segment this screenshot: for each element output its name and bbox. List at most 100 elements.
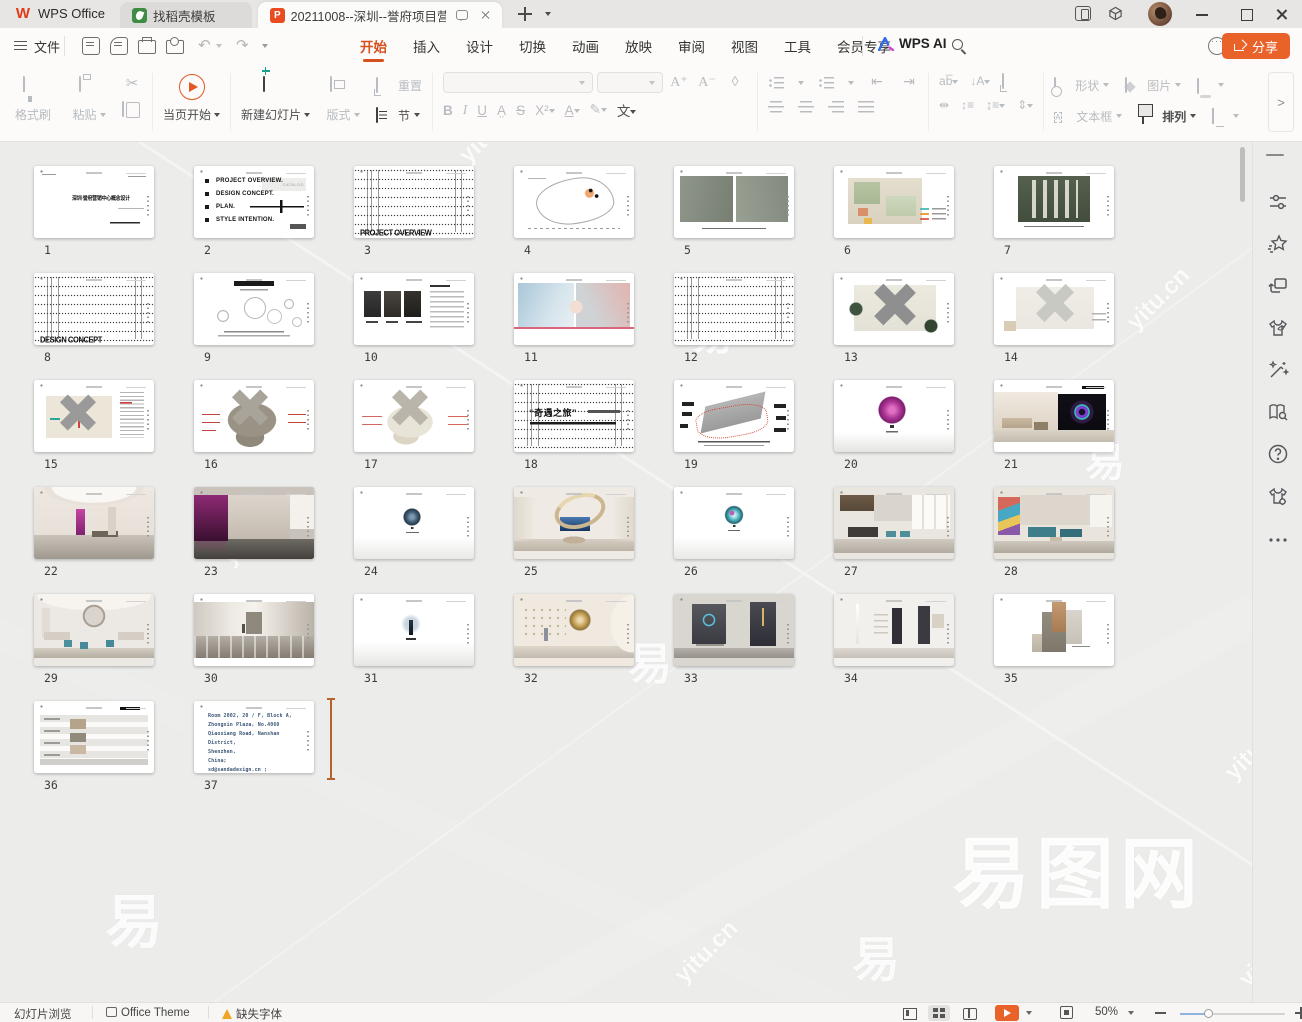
slide-thumbnail[interactable] [514,487,634,559]
italic-icon[interactable]: I [463,102,468,118]
more-tools-icon[interactable] [1266,528,1290,552]
decrease-indent-icon[interactable]: ⇤ [868,74,886,91]
close-tab-icon[interactable] [480,10,490,20]
zoom-out-button[interactable] [1155,1012,1166,1014]
vertical-text-icon[interactable]: ↓A [970,74,990,88]
missing-fonts-warning[interactable]: 缺失字体 [222,1006,282,1022]
reset-button[interactable]: 重置 [376,74,422,96]
hamburger-icon[interactable] [14,41,27,50]
zoom-chevron-icon[interactable] [1128,1011,1134,1015]
increase-font-icon[interactable]: A⁺ [667,74,691,91]
para-spacing-icon[interactable]: ↨≡ [986,98,1005,112]
slide-thumbnail[interactable]: Room 2002, 20 / F, Block A, Zhongxin Pla… [194,701,314,773]
slide-thumbnail[interactable] [514,166,634,238]
share-button[interactable]: 分享 [1222,33,1290,59]
slide-thumbnail[interactable]: DESIGN CONCEPT [34,273,154,345]
zoom-slider-thumb[interactable] [1204,1009,1213,1018]
close-button[interactable] [1262,0,1302,28]
search-icon[interactable] [952,39,963,50]
align-left-icon[interactable] [768,101,784,113]
superscript-icon[interactable]: X² [535,103,555,118]
new-slide-button[interactable]: 新建幻灯片 [241,72,310,123]
phonetic-guide-icon[interactable]: 文 [617,100,637,120]
align-right-icon[interactable] [828,101,844,113]
theme-settings-icon[interactable] [1266,484,1290,508]
tab-template-store[interactable]: 找稻壳模板 [120,2,252,28]
slideshow-button[interactable] [995,1005,1019,1021]
minimize-button[interactable] [1182,0,1222,28]
slide-thumbnail[interactable] [34,594,154,666]
increase-indent-icon[interactable]: ⇥ [900,74,918,91]
slide-thumbnail[interactable] [674,380,794,452]
cut-icon[interactable]: ✂ [122,74,142,94]
slide-thumbnail[interactable] [994,594,1114,666]
line-spacing-icon[interactable]: ↕≡ [961,98,974,112]
slide-thumbnail[interactable] [674,166,794,238]
content-scrollbar-thumb[interactable] [1240,147,1245,202]
object-properties-icon[interactable] [1266,190,1290,214]
help-icon[interactable] [1266,442,1290,466]
print-icon[interactable] [138,40,156,54]
slide-thumbnail[interactable] [34,380,154,452]
text-direction-icon[interactable]: ab̅ [939,74,958,88]
menu-tab[interactable]: 动画 [572,28,599,64]
undo-icon[interactable]: ↶ [198,36,211,54]
highlight-icon[interactable]: ✎ [590,102,607,118]
slide-thumbnail[interactable] [354,273,474,345]
slide-thumbnail[interactable]: PROJECT OVERVIEW [354,166,474,238]
menu-tab[interactable]: 视图 [731,28,758,64]
ribbon-expand-button[interactable]: > [1268,72,1294,132]
slide-thumbnail[interactable] [34,487,154,559]
maximize-button[interactable] [1226,0,1266,28]
menu-tab[interactable]: 放映 [625,28,652,64]
slide-thumbnail[interactable] [354,594,474,666]
font-size-select[interactable] [597,72,663,93]
slide-thumbnail[interactable]: “奇遇之旅” [514,380,634,452]
char-spacing-icon[interactable]: A̤ [497,103,506,118]
skin-leaf-icon[interactable] [1266,316,1290,340]
slide-thumbnail[interactable]: 深圳·誉府营销中心概念设计 [34,166,154,238]
normal-view-button[interactable] [898,1005,920,1021]
slide-thumbnail[interactable] [834,273,954,345]
tab-document[interactable]: P 20211008--深圳--誉府项目营 [258,2,502,28]
slide-thumbnail[interactable] [514,273,634,345]
export-icon[interactable] [110,37,128,55]
menu-tab[interactable]: 设计 [466,28,493,64]
font-family-select[interactable] [443,72,593,93]
slide-thumbnail[interactable] [514,594,634,666]
redo-icon[interactable]: ↷ [236,36,249,54]
app-center-icon[interactable] [1108,6,1123,21]
zoom-level[interactable]: 50% [1095,1006,1118,1018]
slide-thumbnail[interactable] [194,380,314,452]
slide-sorter-view-button[interactable] [928,1005,950,1021]
theme-indicator[interactable]: Office Theme [106,1006,190,1019]
menu-tab[interactable]: 开始 [360,28,387,64]
new-tab-button[interactable] [516,5,534,23]
print-preview-icon[interactable] [166,40,184,54]
wps-ai-button[interactable]: WPS AI [878,36,947,51]
column-spacing-icon[interactable]: ⇹ [939,98,949,112]
save-icon[interactable] [82,37,100,55]
zoom-in-button[interactable] [1295,1007,1302,1019]
slide-thumbnail[interactable]: PROJECT OVERVIEW. DESIGN CONCEPT. PLAN. … [194,166,314,238]
copy-icon[interactable] [122,101,124,117]
slide-thumbnail[interactable] [354,380,474,452]
slide-size-button[interactable] [1212,105,1239,127]
clear-format-icon[interactable]: ◊ [723,75,747,91]
layout-button[interactable]: 版式 [320,72,366,123]
resource-search-icon[interactable] [1266,400,1290,424]
slide-thumbnail[interactable] [194,487,314,559]
slide-thumbnail[interactable] [834,166,954,238]
quickbar-chevron-icon[interactable] [262,44,268,48]
undo-chevron-icon[interactable] [216,44,222,48]
bullet-list-icon[interactable] [768,77,784,89]
bold-icon[interactable]: B [443,103,453,118]
align-center-icon[interactable] [798,101,814,113]
user-avatar[interactable] [1148,2,1172,26]
zoom-slider[interactable] [1180,1013,1285,1015]
slide-switch-icon[interactable] [1266,274,1290,298]
slide-thumbnail[interactable] [674,487,794,559]
textbox-button[interactable]: A文本框 [1054,105,1122,127]
comment-bubble-icon[interactable] [456,10,469,20]
menu-tab[interactable]: 切换 [519,28,546,64]
